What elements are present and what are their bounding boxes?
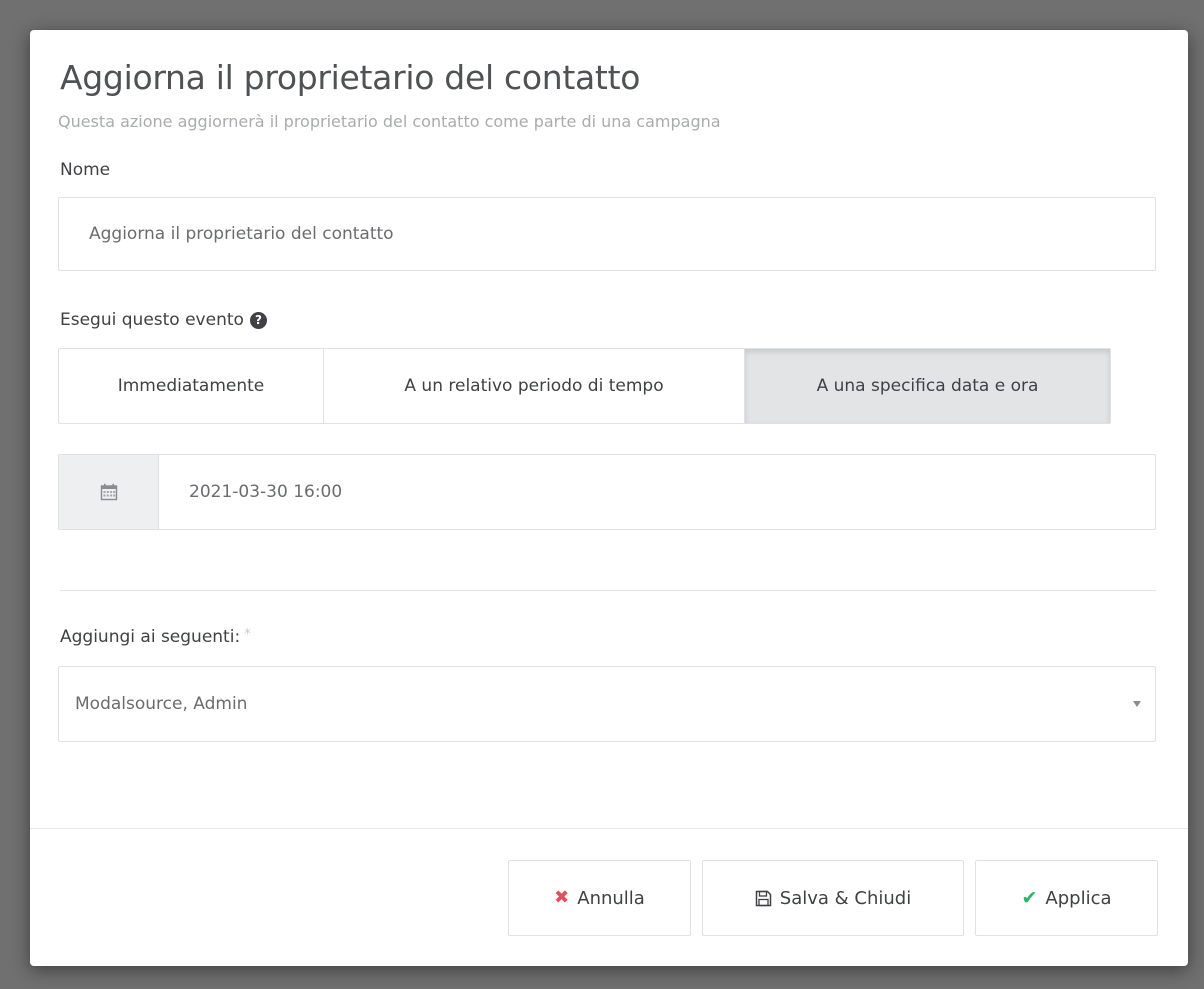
datetime-field: 2021-03-30 16:00 xyxy=(58,454,1156,530)
cancel-button-label: Annulla xyxy=(577,887,645,909)
question-circle-icon[interactable]: ? xyxy=(249,311,267,329)
update-owner-modal: Aggiorna il proprietario del contatto Qu… xyxy=(30,30,1188,966)
exec-label: Esegui questo evento xyxy=(60,310,244,330)
name-input[interactable] xyxy=(58,197,1156,271)
apply-button[interactable]: ✔ Applica xyxy=(975,860,1158,936)
owner-select[interactable]: Modalsource, Admin xyxy=(58,666,1156,742)
save-close-button[interactable]: Salva & Chiudi xyxy=(702,860,964,936)
caret-down-icon xyxy=(1133,701,1141,707)
name-label: Nome xyxy=(60,160,111,180)
exec-option-specific-date[interactable]: A una specifica data e ora xyxy=(745,349,1110,423)
exec-option-relative-period[interactable]: A un relativo periodo di tempo xyxy=(324,349,745,423)
modal-subtitle: Questa azione aggiornerà il proprietario… xyxy=(58,112,721,131)
add-to-label-row: Aggiungi ai seguenti: * xyxy=(60,627,251,647)
cancel-button[interactable]: ✖ Annulla xyxy=(508,860,691,936)
calendar-icon xyxy=(100,483,117,501)
exec-timing-toggle: Immediatamente A un relativo periodo di … xyxy=(58,348,1111,424)
add-to-label: Aggiungi ai seguenti: xyxy=(60,627,241,647)
datetime-input[interactable]: 2021-03-30 16:00 xyxy=(159,455,1155,529)
exec-label-row: Esegui questo evento ? xyxy=(60,310,267,330)
owner-select-value: Modalsource, Admin xyxy=(75,694,248,714)
modal-title: Aggiorna il proprietario del contatto xyxy=(60,58,641,97)
close-icon: ✖ xyxy=(554,887,570,908)
apply-button-label: Applica xyxy=(1045,887,1112,909)
exec-option-immediately[interactable]: Immediatamente xyxy=(59,349,324,423)
calendar-addon[interactable] xyxy=(59,455,159,529)
save-close-button-label: Salva & Chiudi xyxy=(779,887,912,909)
section-divider xyxy=(60,590,1156,591)
required-marker: * xyxy=(244,627,251,642)
check-icon: ✔ xyxy=(1021,886,1038,909)
footer-divider xyxy=(30,828,1188,829)
floppy-disk-icon xyxy=(755,890,772,906)
